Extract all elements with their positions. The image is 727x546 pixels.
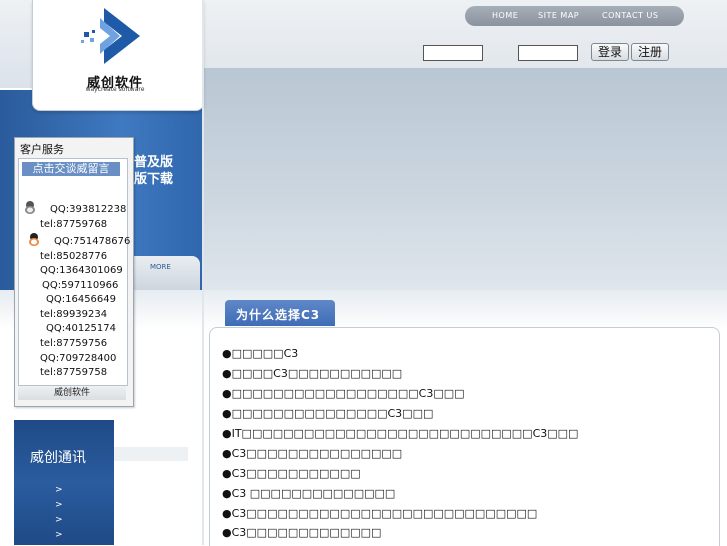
why-item: ●C3□□□□□□□□□□□□□□□□□□□□□□□□□□□□	[222, 507, 538, 520]
logo-subtext: waycreate software	[85, 86, 145, 93]
password-input[interactable]	[518, 45, 578, 61]
top-nav-bar: HOME SITE MAP CONTACT US	[465, 6, 684, 26]
why-c3-title: 为什么选择C3	[236, 308, 321, 322]
more-link[interactable]: MORE	[150, 263, 171, 271]
login-button[interactable]: 登录	[591, 43, 629, 61]
hero-banner	[204, 68, 727, 290]
why-item: ●C3□□□□□□□□□□□	[222, 467, 361, 480]
register-button[interactable]: 注册	[631, 43, 669, 61]
cs-contact-line[interactable]: QQ:1364301069	[40, 265, 123, 276]
why-item: ●C3□□□□□□□□□□□□□	[222, 526, 382, 539]
cs-contact-line[interactable]: QQ:16456649	[46, 294, 116, 305]
more-tab	[132, 256, 200, 290]
chat-button[interactable]: 点击交谈威留言	[22, 162, 120, 176]
cs-contact-line: tel:87759756	[40, 338, 108, 349]
nav-contact-link[interactable]: CONTACT US	[602, 11, 658, 20]
cs-contact-line: tel:87759768	[40, 219, 108, 230]
comm-arrow-link[interactable]: >	[55, 515, 63, 525]
logo-arrow-icon[interactable]	[78, 6, 148, 70]
banner-text-line2: 版下载	[134, 172, 174, 187]
comm-title: 威创通讯	[30, 450, 86, 466]
nav-home-link[interactable]: HOME	[492, 11, 518, 20]
comm-arrow-link[interactable]: >	[55, 500, 63, 510]
comm-panel	[14, 420, 114, 545]
cs-contact-line[interactable]: QQ:597110966	[42, 280, 118, 291]
why-item: ●C3□□□□□□□□□□□□□□□	[222, 447, 403, 460]
cs-contact-line: tel:85028776	[40, 251, 108, 262]
why-item: ●□□□□□C3	[222, 347, 299, 360]
cs-contact-line[interactable]: QQ:709728400	[40, 353, 116, 364]
why-item: ●□□□□□□□□□□□□□□□□□□C3□□□	[222, 387, 465, 400]
qq-icon-color[interactable]	[28, 233, 40, 246]
why-item: ●□□□□C3□□□□□□□□□□□	[222, 367, 403, 380]
comm-arrow-link[interactable]: >	[55, 485, 63, 495]
customer-service-title: 客户服务	[20, 143, 64, 156]
comm-bar	[114, 447, 188, 461]
cs-contact-line[interactable]: QQ:40125174	[46, 323, 116, 334]
column-divider	[202, 0, 204, 545]
cs-contact-line[interactable]: QQ:751478676	[54, 236, 130, 247]
cs-contact-line: tel:87759758	[40, 367, 108, 378]
nav-sitemap-link[interactable]: SITE MAP	[538, 11, 579, 20]
username-input[interactable]	[423, 45, 483, 61]
qq-icon-gray[interactable]	[24, 201, 36, 214]
why-item: ●IT□□□□□□□□□□□□□□□□□□□□□□□□□□□□C3□□□	[222, 427, 579, 440]
cs-contact-line[interactable]: QQ:393812238	[50, 204, 126, 215]
comm-arrow-link[interactable]: >	[55, 530, 63, 540]
why-item: ●C3 □□□□□□□□□□□□□□	[222, 487, 396, 500]
left-header-strip	[0, 0, 33, 88]
cs-contact-line: tel:89939234	[40, 309, 108, 320]
customer-service-footer: 威创软件	[18, 386, 126, 400]
why-item: ●□□□□□□□□□□□□□□□C3□□□	[222, 407, 434, 420]
